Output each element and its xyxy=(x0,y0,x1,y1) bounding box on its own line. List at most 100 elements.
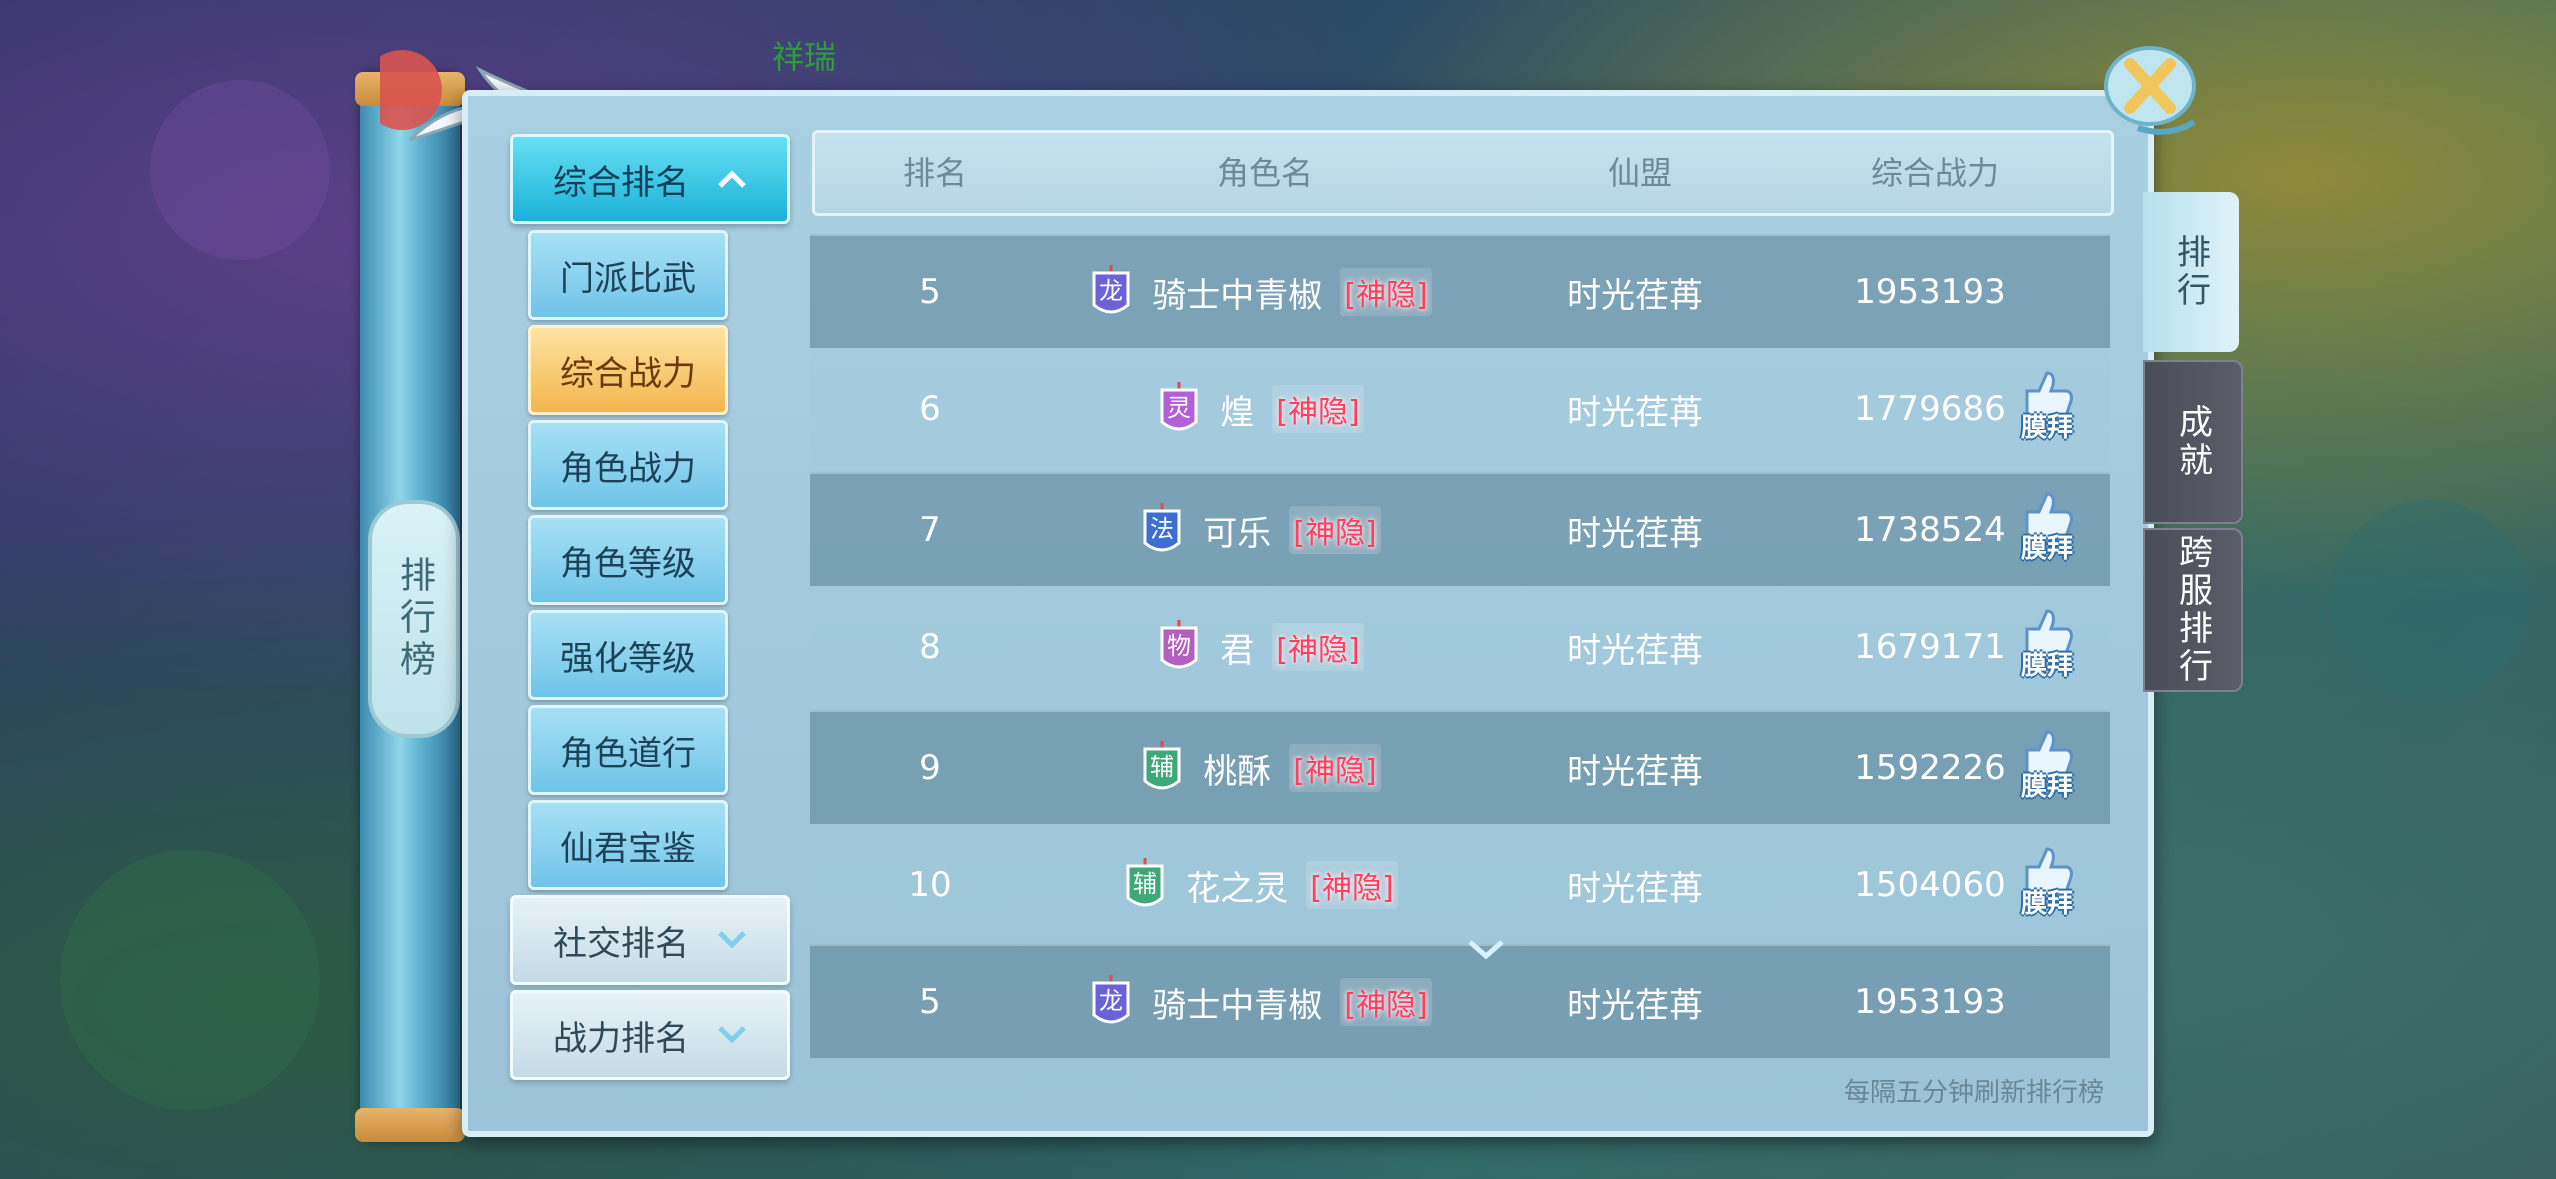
background-text: 祥瑞 xyxy=(772,38,837,76)
worship-label: 膜拜 xyxy=(2020,889,2073,919)
player-name: 花之灵 xyxy=(1186,868,1289,909)
rank-cell: 9 xyxy=(919,748,941,788)
league-cell: 时光荏苒 xyxy=(1567,392,1703,433)
background-deco xyxy=(150,80,330,260)
chevron-down-icon xyxy=(718,931,746,949)
sub-item-sect-battle[interactable]: 门派比武 xyxy=(528,230,728,320)
player-name: 骑士中青椒 xyxy=(1152,275,1323,316)
class-badge-icon: 龙 xyxy=(1092,975,1130,1024)
name-cell: 灵 煌 [神隐] xyxy=(1050,353,1470,465)
sub-item-overall-power[interactable]: 综合战力 xyxy=(528,325,728,415)
league-cell: 时光荏苒 xyxy=(1567,751,1703,792)
worship-label: 膜拜 xyxy=(2020,772,2073,802)
tab-cross-server-ranking[interactable]: 跨服排行 xyxy=(2143,528,2243,692)
sub-item-character-dao[interactable]: 角色道行 xyxy=(528,705,728,795)
player-name: 君 xyxy=(1220,630,1255,671)
header-name: 角色名 xyxy=(1216,154,1313,192)
status-tag: [神隐] xyxy=(1272,623,1364,671)
player-name: 骑士中青椒 xyxy=(1152,985,1323,1026)
table-row[interactable]: 9 辅桃酥 [神隐] 时光荏苒 1592226 膜拜 xyxy=(810,710,2110,824)
scroll-tag-label: 排行榜 xyxy=(394,556,435,682)
background-deco xyxy=(60,850,320,1110)
scroll-rod-cap-bottom xyxy=(355,1108,465,1142)
close-icon[interactable] xyxy=(2098,40,2208,140)
sub-item-label: 仙君宝鉴 xyxy=(560,828,696,869)
class-badge-label: 灵 xyxy=(1167,394,1191,422)
name-cell: 龙 骑士中青椒 [神隐] xyxy=(1050,946,1470,1058)
rank-cell: 7 xyxy=(919,510,941,550)
tab-ranking-label: 排行 xyxy=(2170,234,2211,310)
sub-item-label: 强化等级 xyxy=(560,638,696,679)
name-cell: 法 可乐 [神隐] xyxy=(1050,474,1470,586)
class-badge-icon: 辅 xyxy=(1143,741,1181,790)
sub-item-label: 角色道行 xyxy=(560,733,696,774)
name-cell: 物 君 [神隐] xyxy=(1050,591,1470,703)
class-badge-icon: 辅 xyxy=(1126,858,1164,907)
tab-ranking[interactable]: 排行 xyxy=(2143,192,2239,352)
power-cell: 1953193 xyxy=(1854,272,2006,312)
category-power-rank-label: 战力排名 xyxy=(553,1018,689,1059)
rank-cell: 6 xyxy=(919,389,941,429)
leaderboard-scroll-tag: 排行榜 xyxy=(368,500,460,738)
sub-item-label: 综合战力 xyxy=(560,353,696,394)
sub-item-enhance-level[interactable]: 强化等级 xyxy=(528,610,728,700)
category-social-rank-label: 社交排名 xyxy=(553,923,689,964)
league-cell: 时光荏苒 xyxy=(1567,275,1703,316)
league-cell: 时光荏苒 xyxy=(1567,630,1703,671)
name-cell: 龙 骑士中青椒 [神隐] xyxy=(1050,236,1470,348)
class-badge-label: 物 xyxy=(1167,632,1191,660)
class-badge-label: 辅 xyxy=(1150,753,1174,781)
header-league: 仙盟 xyxy=(1607,154,1672,192)
sub-item-character-level[interactable]: 角色等级 xyxy=(528,515,728,605)
worship-button[interactable]: 膜拜 xyxy=(2008,607,2086,687)
sub-item-character-power[interactable]: 角色战力 xyxy=(528,420,728,510)
sub-item-immortal-treasure[interactable]: 仙君宝鉴 xyxy=(528,800,728,890)
status-tag: [神隐] xyxy=(1289,506,1381,554)
sub-item-label: 门派比武 xyxy=(560,258,696,299)
name-cell: 辅 花之灵 [神隐] xyxy=(1050,829,1470,941)
league-cell: 时光荏苒 xyxy=(1567,985,1703,1026)
rank-cell: 8 xyxy=(919,627,941,667)
status-tag: [神隐] xyxy=(1340,268,1432,316)
category-overall-rank-label: 综合排名 xyxy=(553,162,689,203)
table-row[interactable]: 5 龙 骑士中青椒 [神隐] 时光荏苒 1953193 xyxy=(810,234,2110,348)
my-rank-row[interactable]: 5 龙 骑士中青椒 [神隐] 时光荏苒 1953193 xyxy=(810,944,2110,1058)
category-power-rank[interactable]: 战力排名 xyxy=(510,990,790,1080)
background-deco xyxy=(2330,500,2530,700)
status-tag: [神隐] xyxy=(1272,385,1364,433)
class-badge-icon: 灵 xyxy=(1160,382,1198,431)
player-name: 煌 xyxy=(1220,392,1255,433)
chevron-down-icon xyxy=(718,1026,746,1044)
player-name: 桃酥 xyxy=(1203,751,1272,792)
power-cell: 1953193 xyxy=(1854,982,2006,1022)
worship-label: 膜拜 xyxy=(2020,413,2073,443)
class-badge-label: 法 xyxy=(1150,515,1174,543)
player-name: 可乐 xyxy=(1203,513,1272,554)
chevron-up-icon xyxy=(718,170,746,188)
refresh-note: 每隔五分钟刷新排行榜 xyxy=(1843,1078,2104,1108)
rank-cell: 10 xyxy=(908,865,952,905)
table-row[interactable]: 8 物君 [神隐] 时光荏苒 1679171 膜拜 xyxy=(810,591,2110,703)
rank-cell: 5 xyxy=(919,982,941,1022)
class-badge-icon: 法 xyxy=(1143,503,1181,552)
class-badge-icon: 龙 xyxy=(1092,265,1130,314)
worship-button[interactable]: 膜拜 xyxy=(2008,845,2086,925)
table-row[interactable]: 7 法可乐 [神隐] 时光荏苒 1738524 膜拜 xyxy=(810,472,2110,586)
header-power: 综合战力 xyxy=(1870,154,1999,192)
worship-button[interactable]: 膜拜 xyxy=(2008,369,2086,449)
category-social-rank[interactable]: 社交排名 xyxy=(510,895,790,985)
table-row[interactable]: 10 辅花之灵 [神隐] 时光荏苒 1504060 膜拜 xyxy=(810,829,2110,941)
name-cell: 辅 桃酥 [神隐] xyxy=(1050,712,1470,824)
league-cell: 时光荏苒 xyxy=(1567,513,1703,554)
worship-button[interactable]: 膜拜 xyxy=(2008,728,2086,808)
status-tag: [神隐] xyxy=(1306,861,1398,909)
table-header: 排名 角色名 仙盟 综合战力 xyxy=(812,130,2114,216)
status-tag: [神隐] xyxy=(1340,978,1432,1026)
table-row[interactable]: 6 灵煌 [神隐] 时光荏苒 1779686 膜拜 xyxy=(810,353,2110,465)
worship-label: 膜拜 xyxy=(2020,534,2073,564)
worship-button[interactable]: 膜拜 xyxy=(2008,490,2086,570)
league-cell: 时光荏苒 xyxy=(1567,868,1703,909)
class-badge-label: 龙 xyxy=(1099,277,1123,305)
tab-achievement[interactable]: 成就 xyxy=(2143,360,2243,524)
category-overall-rank[interactable]: 综合排名 xyxy=(510,134,790,224)
